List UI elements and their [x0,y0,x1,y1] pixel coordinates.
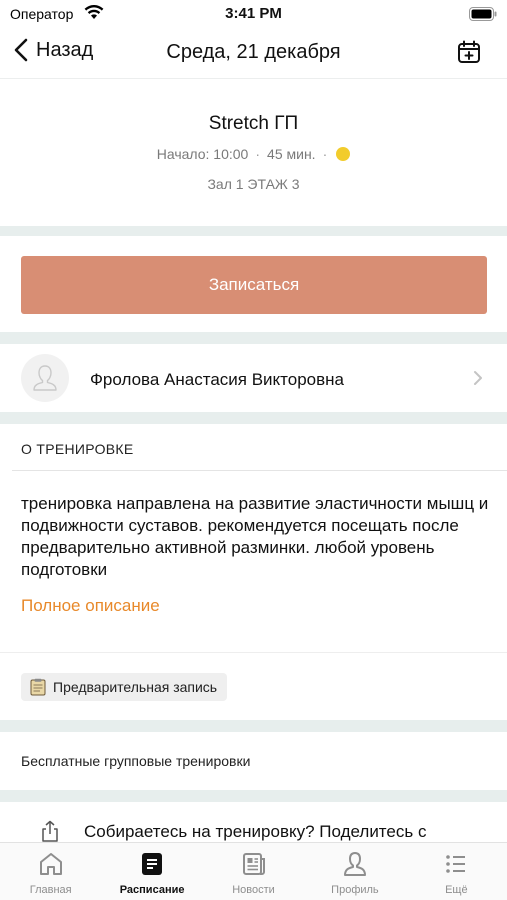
about-header: О ТРЕНИРОВКЕ [21,441,134,457]
status-time: 3:41 PM [225,5,282,22]
start-time: Начало: 10:00 [156,146,249,162]
tab-home[interactable]: Главная [0,843,101,900]
clipboard-icon [30,678,46,696]
avatar [21,354,69,402]
more-list-icon [446,855,466,873]
free-classes-section: Бесплатные групповые тренировки [0,732,507,790]
news-icon [242,853,265,875]
nav-bar: Назад Среда, 21 декабря [0,28,507,78]
room-name: Зал 1 ЭТАЖ 3 [207,176,300,192]
about-section: О ТРЕНИРОВКЕ тренировка направлена на ра… [0,424,507,650]
signup-section: Записаться [0,236,507,332]
signup-button[interactable]: Записаться [21,256,487,314]
class-header: Stretch ГП Начало: 10:00 · 45 мин. · Зал… [0,78,507,226]
trainer-row[interactable]: Фролова Анастасия Викторовна [0,344,507,412]
tab-profile[interactable]: Профиль [304,843,405,900]
status-indicator [336,147,351,161]
calendar-add-icon [458,40,480,63]
tab-label: Новости [232,884,275,896]
tab-label: Ещё [445,884,468,896]
add-to-calendar-button[interactable] [457,40,481,69]
section-divider [0,332,507,344]
tab-news[interactable]: Новости [203,843,304,900]
class-description: тренировка направлена на развитие эласти… [21,494,489,579]
separator-dot: · [322,146,328,162]
tab-schedule[interactable]: Расписание [101,843,202,900]
divider [12,470,507,471]
full-description-link[interactable]: Полное описание [21,596,160,616]
tab-label: Расписание [119,884,185,896]
tab-bar: Главная Расписание Новости Профиль Ещё [0,842,507,900]
status-bar: Оператор 3:41 PM [0,0,507,28]
separator-dot: · [255,146,261,162]
chevron-right-icon [474,371,482,385]
tab-more[interactable]: Ещё [406,843,507,900]
schedule-icon [142,853,163,875]
share-icon [42,820,58,842]
tag-row: Предварительная запись [0,652,507,720]
profile-icon [343,852,366,876]
trainer-name: Фролова Анастасия Викторовна [90,370,344,389]
section-divider [0,790,507,802]
home-icon [39,853,62,875]
class-title: Stretch ГП [208,113,299,134]
pre-registration-tag: Предварительная запись [21,673,228,701]
tab-label: Профиль [331,884,379,896]
share-prompt: Собираетесь на тренировку? Поделитесь с [84,822,427,841]
tab-label: Главная [29,884,72,896]
person-placeholder-icon [33,365,57,391]
free-classes-label: Бесплатные групповые тренировки [21,753,251,769]
section-divider [0,226,507,236]
duration: 45 мин. [267,146,316,162]
page-title: Среда, 21 декабря [166,41,341,63]
class-meta: Начало: 10:00 · 45 мин. · [0,146,507,162]
battery-icon [469,7,497,26]
share-row[interactable]: Собираетесь на тренировку? Поделитесь с [0,802,507,842]
section-divider [0,720,507,732]
tag-label: Предварительная запись [53,679,218,695]
section-divider [0,412,507,424]
